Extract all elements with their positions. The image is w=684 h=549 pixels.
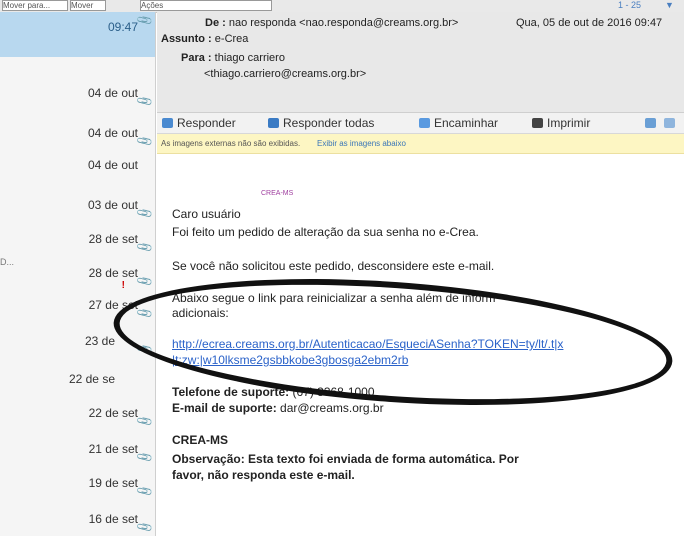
external-images-notice: As imagens externas não são exibidas. Ex… <box>157 134 684 154</box>
subject-label: Assunto : <box>161 33 212 45</box>
reply-all-button[interactable]: Responder todas <box>268 116 374 130</box>
attachment-icon: 📎 <box>136 273 155 291</box>
from-value[interactable]: nao responda <nao.responda@creams.org.br… <box>229 17 458 29</box>
message-date: 23 de <box>84 334 115 348</box>
message-list-item[interactable]: 09:47 📎 <box>0 12 155 57</box>
to-email[interactable]: <thiago.carriero@creams.org.br> <box>204 68 366 80</box>
move-to-label: Mover para... <box>3 1 51 10</box>
attachment-icon: 📎 <box>136 449 155 467</box>
email-label: E-mail de suporte: <box>172 401 277 415</box>
message-date: 28 de set <box>88 232 138 246</box>
message-date: 19 de set <box>88 476 138 490</box>
note-line-2: favor, não responda este e-mail. <box>172 468 355 482</box>
attachment-icon: 📎 <box>136 93 155 111</box>
body-line-2: Se você não solicitou este pedido, desco… <box>172 259 495 273</box>
forward-label: Encaminhar <box>434 116 499 130</box>
to-label: Para : <box>181 52 212 64</box>
attachment-icon: 📎 <box>136 133 155 151</box>
reply-button[interactable]: Responder <box>162 116 236 130</box>
reply-all-label: Responder todas <box>283 116 375 130</box>
email-value[interactable]: dar@creams.org.br <box>280 401 384 415</box>
message-header: De : nao responda <nao.responda@creams.o… <box>157 12 684 113</box>
move-button[interactable]: Mover <box>70 0 106 11</box>
message-date: 28 de set <box>88 266 138 280</box>
message-date: 04 de out <box>87 126 138 140</box>
message-list: 09:47 📎 04 de out 📎 04 de out 📎 04 de ou… <box>0 12 156 537</box>
print-label: Imprimir <box>547 116 591 130</box>
reply-label: Responder <box>177 116 236 130</box>
move-label: Mover <box>71 1 94 10</box>
message-date: 04 de out <box>87 158 138 172</box>
message-date: 03 de out <box>87 198 138 212</box>
attachment-icon: 📎 <box>136 12 155 30</box>
message-date: 21 de set <box>88 442 138 456</box>
body-line-1: Foi feito um pedido de alteração da sua … <box>172 225 479 239</box>
view-source-icon[interactable] <box>645 116 660 130</box>
message-date: 04 de out <box>87 86 138 100</box>
attachment-icon: 📎 <box>136 519 155 537</box>
subject-value: e-Crea <box>214 33 249 45</box>
signature: CREA-MS <box>172 433 228 447</box>
pager-next-icon[interactable]: ▼ <box>665 0 674 10</box>
actions-select[interactable]: Ações <box>140 0 272 11</box>
message-date: 09:47 <box>107 20 138 34</box>
reply-icon <box>162 118 173 128</box>
message-date: 16 de set <box>88 512 138 526</box>
message-list-item[interactable]: 04 de out <box>0 150 155 195</box>
message-action-bar: Responder Responder todas Encaminhar Imp… <box>157 113 684 134</box>
forward-button[interactable]: Encaminhar <box>419 116 498 130</box>
message-date: 22 de set <box>88 406 138 420</box>
message-date: 22 de se <box>68 372 115 386</box>
from-label: De : <box>205 17 226 29</box>
notice-text: As imagens externas não são exibidas. <box>161 139 301 148</box>
attachment-icon: 📎 <box>136 239 155 257</box>
greeting: Caro usuário <box>172 207 241 221</box>
attachment-icon: 📎 <box>136 205 155 223</box>
show-images-link[interactable]: Exibir as imagens abaixo <box>317 139 406 148</box>
print-icon <box>532 118 543 128</box>
show-details-icon[interactable] <box>664 116 679 130</box>
reply-all-icon <box>268 118 279 128</box>
actions-label: Ações <box>141 1 164 10</box>
message-list-item[interactable]: 16 de set 📎 <box>0 504 155 549</box>
to-name[interactable]: thiago carriero <box>215 52 285 64</box>
print-button[interactable]: Imprimir <box>532 116 590 130</box>
message-date-header: Qua, 05 de out de 2016 09:47 <box>516 17 663 29</box>
attachment-icon: 📎 <box>136 413 155 431</box>
attachment-icon: 📎 <box>136 483 155 501</box>
pager-text: 1 - 25 <box>618 0 642 10</box>
truncated-indicator: D... <box>0 257 15 267</box>
org-logo: CREA-MS <box>261 190 294 197</box>
message-list-item[interactable]: 04 de out 📎 <box>0 78 155 123</box>
move-to-select[interactable]: Mover para... <box>2 0 68 11</box>
forward-icon <box>419 118 430 128</box>
note-line-1: Observação: Esta texto foi enviada de fo… <box>172 452 519 466</box>
